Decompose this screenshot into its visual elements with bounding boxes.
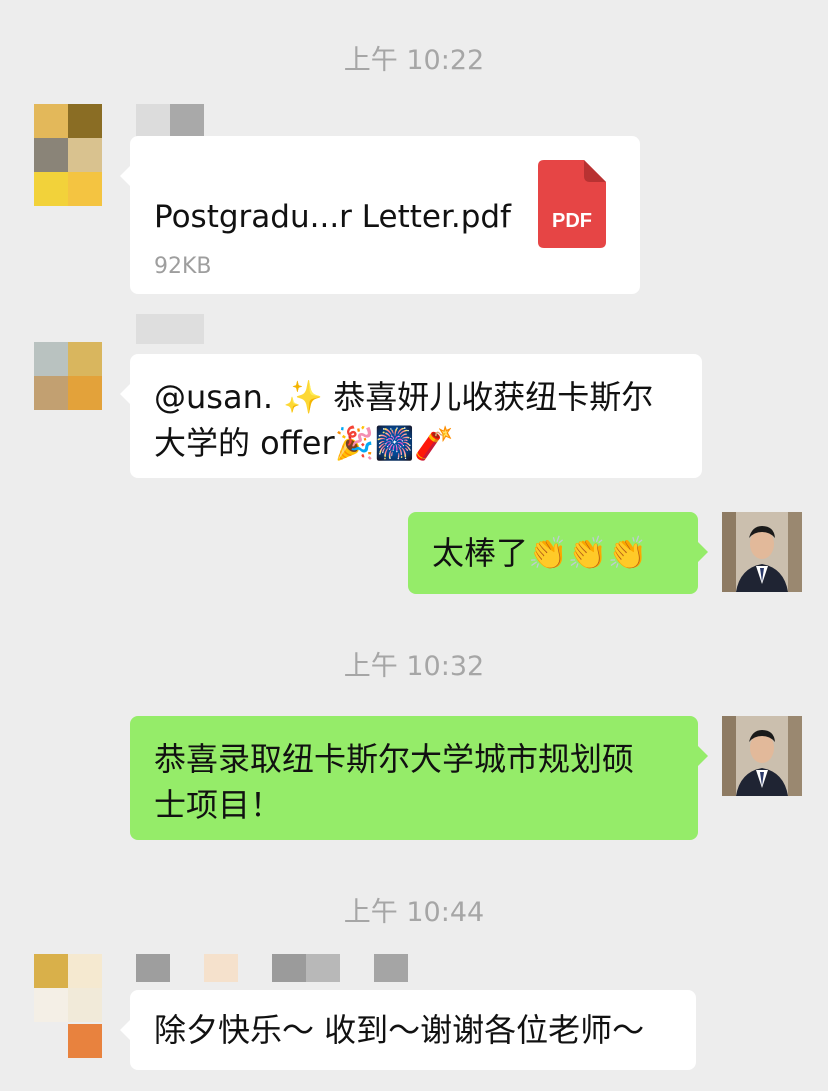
timestamp: 上午 10:44 [343, 897, 485, 928]
contact-avatar[interactable] [34, 954, 102, 1058]
message-text-line: @usan. ✨ 恭喜妍儿收获纽卡斯尔 [154, 378, 654, 416]
pdf-file-icon: PDF [538, 160, 606, 248]
message-text-line: 士项目！ [154, 786, 283, 824]
contact-avatar[interactable] [34, 342, 102, 410]
sent-message[interactable]: 太棒了👏👏👏 [408, 512, 708, 594]
file-name: Postgradu...r Letter.pdf [154, 199, 511, 235]
file-size: 92KB [154, 254, 212, 279]
contact-avatar-lower [34, 172, 102, 206]
my-avatar[interactable] [722, 512, 802, 592]
message-text: 除夕快乐～ 收到～谢谢各位老师～ [154, 1011, 645, 1049]
my-avatar[interactable] [722, 716, 802, 796]
mention-message[interactable]: @usan. ✨ 恭喜妍儿收获纽卡斯尔 大学的 offer🎉🎆🧨 [120, 354, 702, 478]
sender-name-blurred [136, 954, 426, 988]
sender-name-blurred [136, 104, 204, 138]
timestamp: 上午 10:22 [343, 45, 485, 76]
sent-message[interactable]: 恭喜录取纽卡斯尔大学城市规划硕 士项目！ [130, 716, 708, 840]
message-text-line: 恭喜录取纽卡斯尔大学城市规划硕 [154, 740, 635, 778]
contact-avatar[interactable] [34, 104, 102, 172]
message-text-line: 大学的 offer🎉🎆🧨 [154, 424, 455, 462]
pdf-icon-label: PDF [552, 210, 592, 232]
received-message[interactable]: 除夕快乐～ 收到～谢谢各位老师～ [120, 990, 696, 1070]
timestamp: 上午 10:32 [343, 651, 485, 682]
sender-name-blurred [136, 314, 204, 348]
file-message[interactable]: Postgradu...r Letter.pdf 92KB PDF [120, 136, 640, 294]
message-text: 太棒了👏👏👏 [432, 534, 648, 572]
